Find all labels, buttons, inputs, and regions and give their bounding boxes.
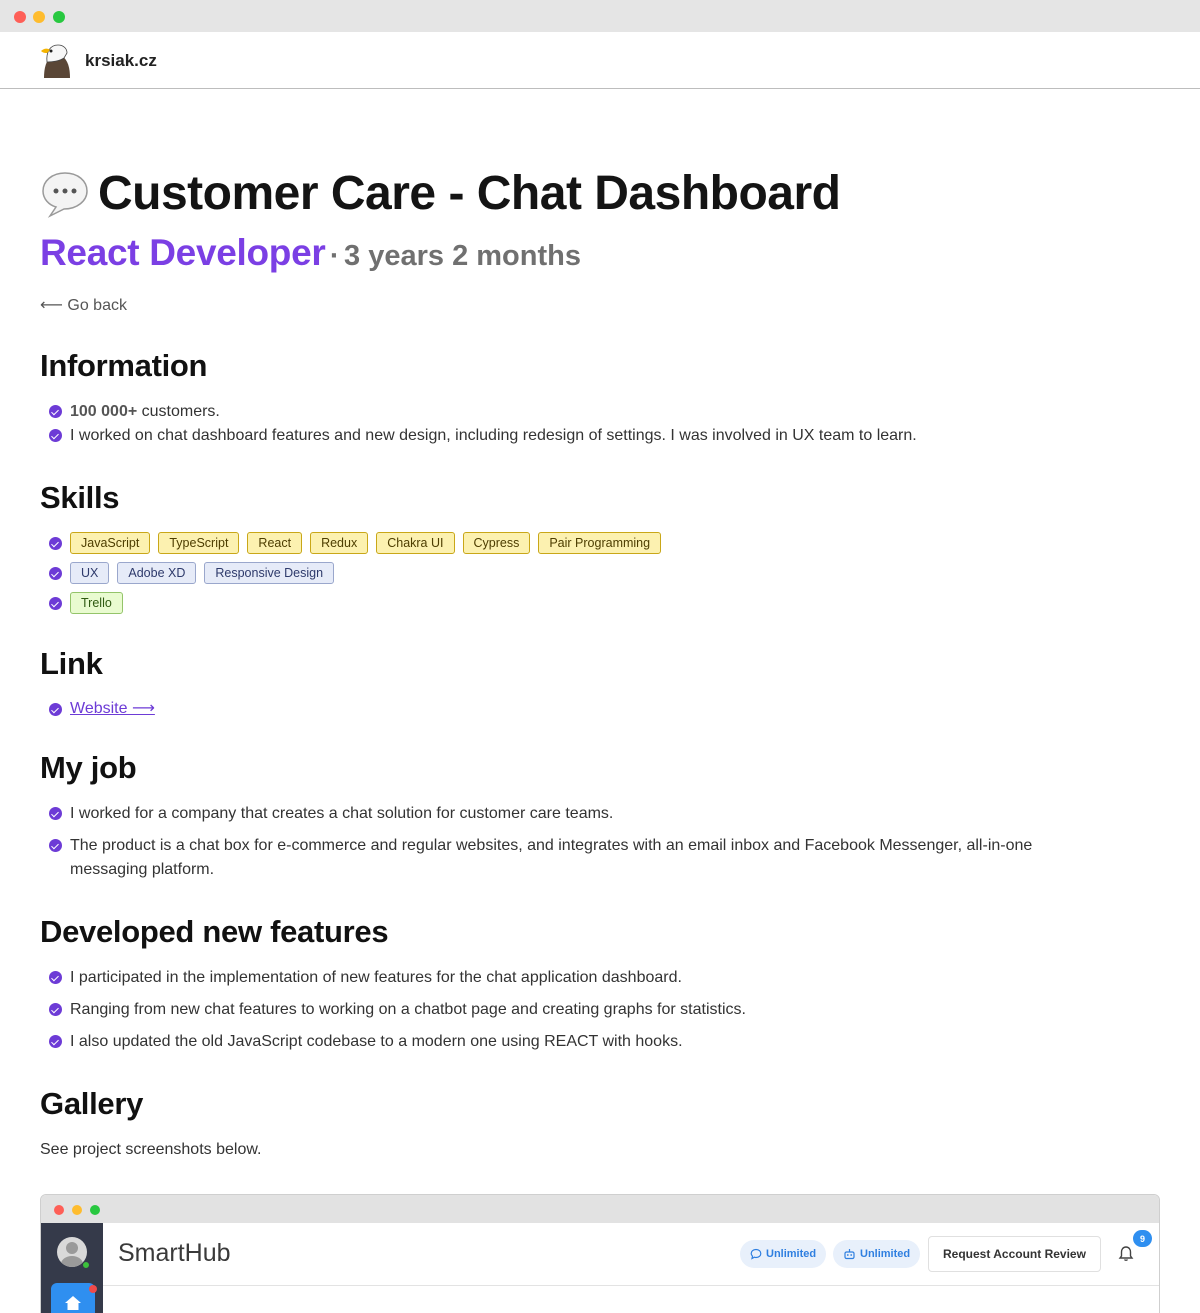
skill-tag: Responsive Design: [204, 562, 335, 584]
gallery-heading: Gallery: [40, 1086, 144, 1121]
features-heading: Developed new features: [40, 914, 389, 949]
skill-tag: Redux: [310, 532, 369, 554]
check-icon: [49, 703, 62, 716]
notification-count-badge: 9: [1133, 1230, 1152, 1247]
site-name[interactable]: krsiak.cz: [85, 51, 157, 71]
duration-label: 3 years 2 months: [344, 240, 581, 272]
skills-heading: Skills: [40, 480, 120, 515]
check-icon: [49, 537, 62, 550]
skill-tag: JavaScript: [70, 532, 151, 554]
gallery-intro: See project screenshots below.: [40, 1141, 262, 1158]
skill-tag: Chakra UI: [376, 532, 455, 554]
skill-group-tools: Trello: [70, 592, 123, 614]
customers-count: 100 000+: [70, 403, 138, 420]
check-icon: [49, 1003, 62, 1016]
browser-titlebar: [0, 0, 1200, 32]
job-item: The product is a chat box for e-commerce…: [70, 837, 1033, 854]
smarthub-brand: SmartHub: [118, 1239, 231, 1267]
skill-tag: Cypress: [462, 532, 531, 554]
gallery-screenshot[interactable]: SmartHub Unlimited Unlimited Request Acc…: [40, 1194, 1160, 1313]
screenshot-topbar: SmartHub Unlimited Unlimited Request Acc…: [103, 1223, 1159, 1286]
job-item: I worked for a company that creates a ch…: [70, 805, 614, 822]
skill-tag: Adobe XD: [117, 562, 197, 584]
feature-item: I also updated the old JavaScript codeba…: [70, 1033, 683, 1050]
eagle-icon[interactable]: [38, 42, 74, 78]
check-icon: [49, 971, 62, 984]
information-item: 100 000+ customers.: [70, 403, 220, 420]
bot-limit-pill: Unlimited: [833, 1240, 921, 1268]
maximize-window-button[interactable]: [53, 11, 65, 23]
check-icon: [49, 807, 62, 820]
skill-tag: UX: [70, 562, 110, 584]
skill-tag: Trello: [70, 592, 123, 614]
request-review-button: Request Account Review: [928, 1236, 1101, 1272]
information-heading: Information: [40, 348, 208, 383]
website-link[interactable]: Website ⟶: [70, 698, 155, 718]
page-title: Customer Care - Chat Dashboard: [98, 167, 841, 220]
check-icon: [49, 839, 62, 852]
check-icon: [49, 429, 62, 442]
chat-icon: [750, 1248, 762, 1260]
chat-limit-pill: Unlimited: [740, 1240, 827, 1268]
information-item: I worked on chat dashboard features and …: [70, 427, 917, 444]
minimize-window-button[interactable]: [33, 11, 45, 23]
feature-item: Ranging from new chat features to workin…: [70, 1001, 746, 1018]
screenshot-minimize-dot: [72, 1205, 82, 1215]
robot-icon: [844, 1249, 855, 1260]
site-header: krsiak.cz: [0, 32, 1200, 89]
project-subtitle: React Developer · 3 years 2 months: [40, 232, 581, 274]
job-item-continued: messaging platform.: [70, 861, 215, 878]
skill-tag: Pair Programming: [538, 532, 662, 554]
skill-group-design: UX Adobe XD Responsive Design: [70, 562, 335, 584]
page-title-row: Customer Care - Chat Dashboard: [40, 166, 841, 221]
screenshot-sidebar: [41, 1223, 103, 1313]
go-back-link[interactable]: ⟵ Go back: [40, 295, 127, 315]
check-icon: [49, 1035, 62, 1048]
bell-icon: [1118, 1246, 1134, 1262]
speech-bubble-icon: [42, 171, 88, 218]
feature-item: I participated in the implementation of …: [70, 969, 682, 986]
skill-group-primary: JavaScript TypeScript React Redux Chakra…: [70, 532, 662, 554]
skill-tag: React: [247, 532, 303, 554]
screenshot-close-dot: [54, 1205, 64, 1215]
link-heading: Link: [40, 646, 103, 681]
close-window-button[interactable]: [14, 11, 26, 23]
my-job-heading: My job: [40, 750, 137, 785]
check-icon: [49, 597, 62, 610]
online-status-dot: [82, 1261, 90, 1269]
check-icon: [49, 567, 62, 580]
screenshot-maximize-dot: [90, 1205, 100, 1215]
separator: ·: [329, 240, 340, 272]
role-label: React Developer: [40, 232, 326, 273]
skill-tag: TypeScript: [158, 532, 240, 554]
home-notification-dot: [89, 1285, 97, 1293]
screenshot-titlebar: [41, 1195, 1159, 1223]
check-icon: [49, 405, 62, 418]
